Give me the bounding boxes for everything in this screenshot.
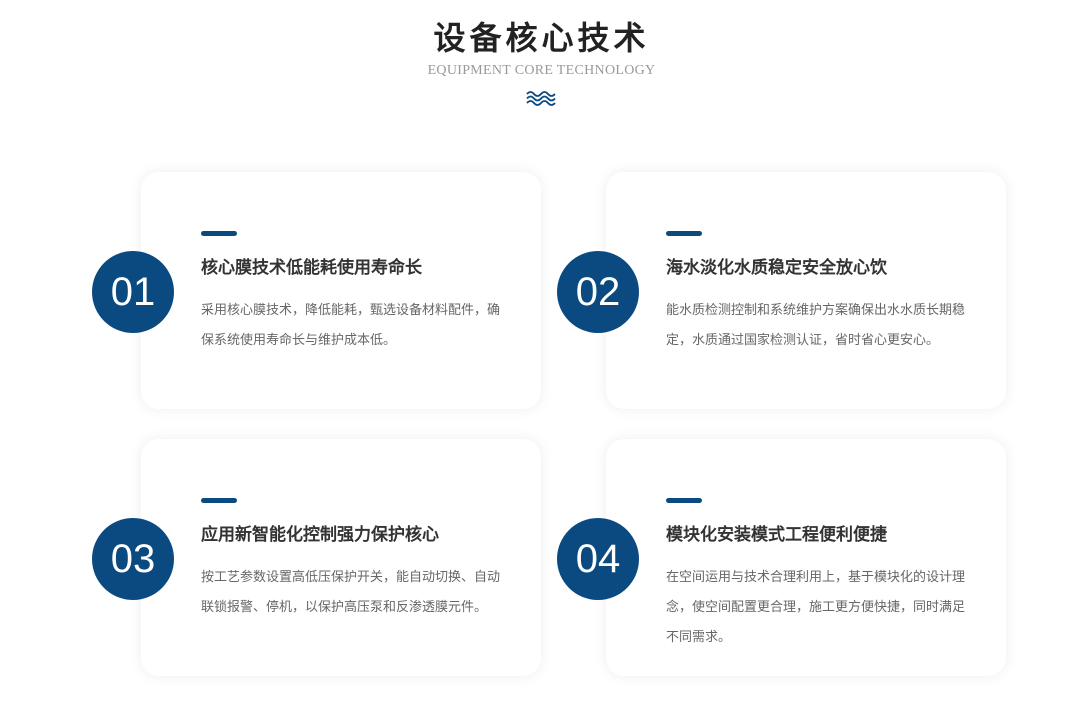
feature-number-badge: 03: [92, 518, 174, 600]
accent-bar: [666, 498, 702, 503]
section-subtitle: EQUIPMENT CORE TECHNOLOGY: [427, 63, 656, 78]
feature-title: 应用新智能化控制强力保护核心: [201, 525, 439, 545]
wave-icon: [526, 91, 556, 106]
accent-bar: [201, 498, 237, 503]
feature-card-membrane: 核心膜技术低能耗使用寿命长 采用核心膜技术，降低能耗，甄选设备材料配件，确保系统…: [141, 172, 541, 409]
accent-bar: [201, 231, 237, 236]
feature-card-water-quality: 海水淡化水质稳定安全放心饮 能水质检测控制和系统维护方案确保出水水质长期稳定，水…: [606, 172, 1006, 409]
feature-number-badge: 04: [557, 518, 639, 600]
feature-description: 按工艺参数设置高低压保护开关，能自动切换、自动联锁报警、停机，以保护高压泵和反渗…: [201, 570, 501, 615]
feature-title: 核心膜技术低能耗使用寿命长: [201, 258, 422, 278]
section-title: 设备核心技术: [433, 19, 650, 57]
feature-title: 海水淡化水质稳定安全放心饮: [666, 258, 887, 278]
feature-number-badge: 01: [92, 251, 174, 333]
feature-description: 能水质检测控制和系统维护方案确保出水水质长期稳定，水质通过国家检测认证，省时省心…: [666, 303, 966, 348]
accent-bar: [666, 231, 702, 236]
core-technology-section: 设备核心技术 EQUIPMENT CORE TECHNOLOGY 核心膜技术低能…: [0, 0, 1083, 713]
feature-title: 模块化安装模式工程便利便捷: [666, 525, 887, 545]
feature-description: 在空间运用与技术合理利用上，基于模块化的设计理念，使空间配置更合理，施工更方便快…: [666, 570, 966, 645]
feature-card-modular-install: 模块化安装模式工程便利便捷 在空间运用与技术合理利用上，基于模块化的设计理念，使…: [606, 439, 1006, 676]
feature-description: 采用核心膜技术，降低能耗，甄选设备材料配件，确保系统使用寿命长与维护成本低。: [201, 303, 501, 348]
feature-card-smart-control: 应用新智能化控制强力保护核心 按工艺参数设置高低压保护开关，能自动切换、自动联锁…: [141, 439, 541, 676]
feature-number-badge: 02: [557, 251, 639, 333]
